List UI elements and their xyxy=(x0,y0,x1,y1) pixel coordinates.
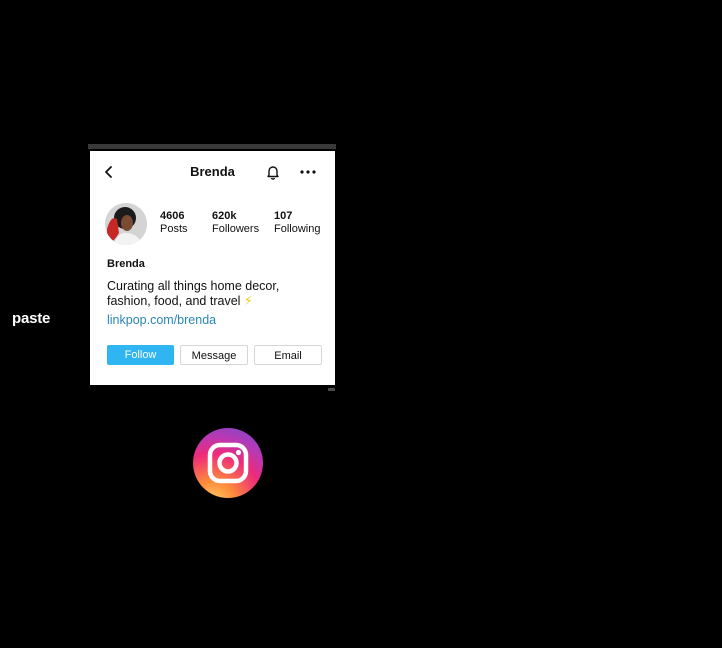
message-button[interactable]: Message xyxy=(180,345,248,365)
lightning-emoji: ⚡ xyxy=(243,294,253,308)
followers-label: Followers xyxy=(212,223,260,235)
profile-card: Brenda 4606 Posts 620k Followers 107 Fol… xyxy=(90,151,335,385)
posts-count: 4606 xyxy=(160,210,185,222)
more-horizontal-icon[interactable] xyxy=(299,164,317,180)
avatar[interactable] xyxy=(105,203,147,245)
followers-stat[interactable]: 620k Followers xyxy=(212,210,259,236)
following-label: Following xyxy=(274,223,321,235)
profile-name: Brenda xyxy=(107,258,145,270)
profile-link[interactable]: linkpop.com/brenda xyxy=(107,313,216,327)
resize-handle xyxy=(328,388,335,391)
profile-bio: Curating all things home decor, fashion,… xyxy=(107,279,322,309)
followers-count: 620k xyxy=(212,210,237,222)
paste-label: paste xyxy=(12,310,51,327)
bio-text: Curating all things home decor, fashion,… xyxy=(107,279,280,308)
card-top-bar xyxy=(88,144,336,149)
bell-icon[interactable] xyxy=(265,164,281,180)
posts-label: Posts xyxy=(160,223,188,235)
profile-header: Brenda xyxy=(90,151,335,193)
following-stat[interactable]: 107 Following xyxy=(274,210,320,236)
following-count: 107 xyxy=(274,210,293,222)
instagram-logo-icon xyxy=(193,428,263,498)
follow-button[interactable]: Follow xyxy=(107,345,174,365)
canvas: paste Brenda 4606 Posts 620k Followers 1… xyxy=(0,0,722,648)
email-button[interactable]: Email xyxy=(254,345,322,365)
posts-stat[interactable]: 4606 Posts xyxy=(160,210,188,236)
